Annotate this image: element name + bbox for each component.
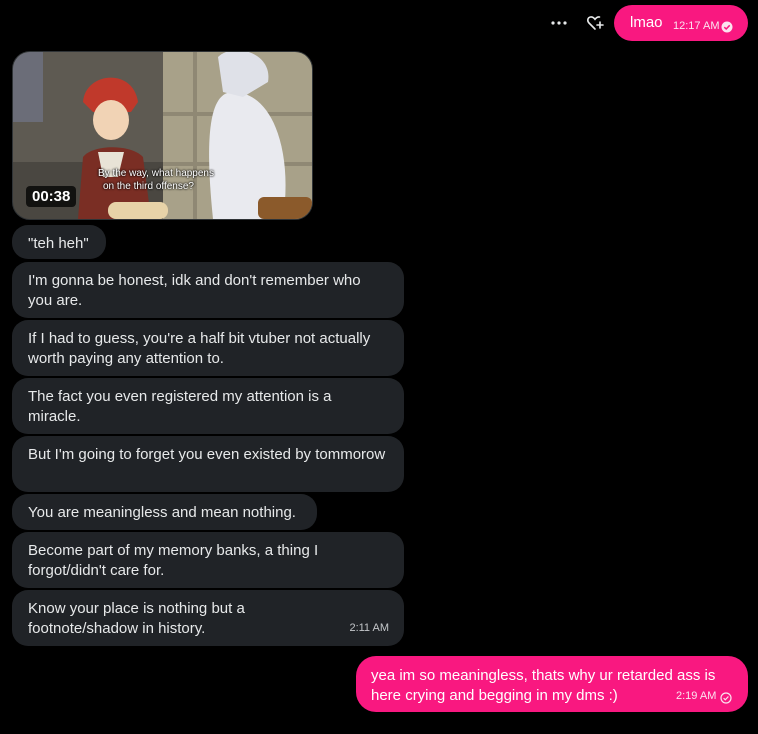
message-timestamp: 2:11 AM xyxy=(349,622,389,634)
message-text: Know your place is nothing but a footnot… xyxy=(28,600,245,637)
message-timestamp: 2:19 AM xyxy=(676,690,717,702)
react-heart-plus-icon[interactable] xyxy=(585,13,605,33)
incoming-message[interactable]: "teh heh" xyxy=(12,225,106,259)
check-circle-icon xyxy=(721,20,733,33)
incoming-message[interactable]: I'm gonna be honest, idk and don't remem… xyxy=(12,262,404,318)
incoming-message[interactable]: Know your place is nothing but a footnot… xyxy=(12,590,404,646)
video-duration: 00:38 xyxy=(26,186,77,207)
incoming-message[interactable]: The fact you even registered my attentio… xyxy=(12,378,404,434)
incoming-message[interactable]: If I had to guess, you're a half bit vtu… xyxy=(12,320,404,376)
message-text: You are meaningless and mean nothing. xyxy=(28,504,296,521)
incoming-message[interactable]: You are meaningless and mean nothing. xyxy=(12,494,317,530)
message-text: If I had to guess, you're a half bit vtu… xyxy=(28,330,371,367)
message-text: But I'm going to forget you even existed… xyxy=(28,446,386,463)
video-subtitle: on the third offense? xyxy=(103,181,194,192)
incoming-message[interactable]: But I'm going to forget you even existed… xyxy=(12,436,404,492)
message-text: The fact you even registered my attentio… xyxy=(28,388,332,425)
video-attachment[interactable]: By the way, what happens on the third of… xyxy=(12,51,313,220)
video-subtitle: By the way, what happens xyxy=(98,168,214,179)
message-timestamp: 12:17 AM xyxy=(673,20,720,32)
incoming-message[interactable]: Become part of my memory banks, a thing … xyxy=(12,532,404,588)
more-options-icon[interactable] xyxy=(549,13,569,33)
check-circle-outline-icon xyxy=(720,691,732,704)
outgoing-message[interactable]: lmao 12:17 AM xyxy=(614,5,748,41)
message-text: lmao xyxy=(630,14,663,31)
outgoing-message[interactable]: yea im so meaningless, thats why ur reta… xyxy=(356,656,748,712)
message-text: I'm gonna be honest, idk and don't remem… xyxy=(28,272,361,309)
message-text: "teh heh" xyxy=(28,235,89,252)
message-text: Become part of my memory banks, a thing … xyxy=(28,542,319,579)
